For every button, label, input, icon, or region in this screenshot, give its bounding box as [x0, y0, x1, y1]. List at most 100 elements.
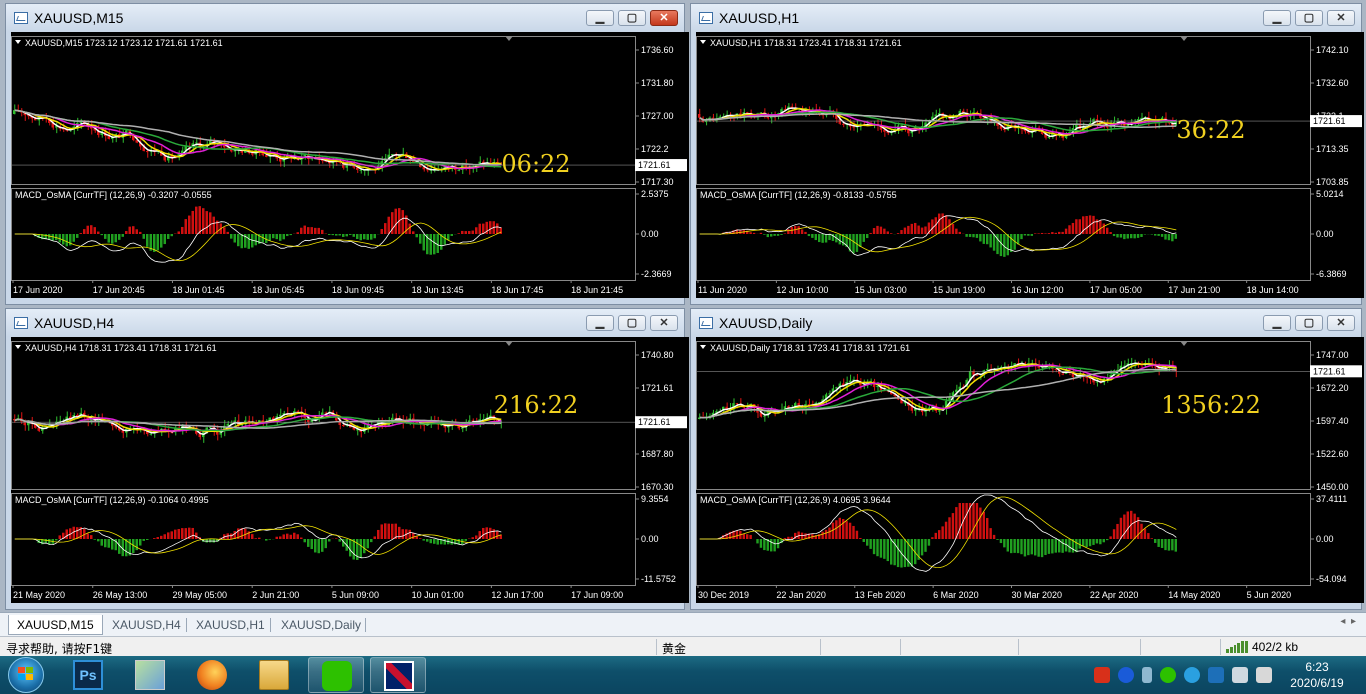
chart-window-0[interactable]: XAUUSD,M15 ▁ ▢ ✕ XAUUSD,M15 1723.12 1723…	[5, 3, 689, 305]
macd-histogram-bar	[401, 210, 404, 234]
macd-histogram-bar	[55, 539, 58, 541]
bar-countdown-timer: 1356:22	[1161, 391, 1261, 419]
macd-histogram-bar	[401, 529, 404, 539]
tab-xauusd-h1[interactable]: XAUUSD,H1	[188, 615, 273, 635]
window-titlebar[interactable]: XAUUSD,M15 ▁ ▢ ✕	[6, 4, 684, 32]
ma-yellow-line	[699, 107, 1177, 137]
macd-histogram-bar	[773, 234, 776, 236]
macd-histogram-bar	[1051, 539, 1054, 554]
tab-scroll-arrows[interactable]: ◂ ▸	[1340, 616, 1356, 627]
tab-xauusd-m15[interactable]: XAUUSD,M15	[8, 615, 103, 635]
window-titlebar[interactable]: XAUUSD,H1 ▁ ▢ ✕	[691, 4, 1361, 32]
wechat-tray-icon[interactable]	[1160, 667, 1176, 683]
macd-histogram-bar	[879, 226, 883, 234]
macd-histogram-bar	[377, 529, 380, 539]
chart-window-icon	[14, 12, 28, 24]
shield-icon[interactable]	[1184, 667, 1200, 683]
network-icon[interactable]	[1232, 667, 1248, 683]
status-traffic: 402/2 kb	[1252, 640, 1299, 654]
macd-histogram-bar	[824, 529, 828, 539]
maximize-button[interactable]: ▢	[1295, 10, 1323, 26]
macd-histogram-bar	[62, 234, 65, 245]
macd-histogram-bar	[328, 234, 331, 235]
current-price-label: 1721.61	[1313, 366, 1346, 376]
chart-window-1[interactable]: XAUUSD,H1 ▁ ▢ ✕ XAUUSD,H1 1718.31 1723.4…	[690, 3, 1364, 305]
taskbar-wechat[interactable]	[308, 657, 364, 693]
macd-histogram-bar	[1020, 234, 1023, 240]
maximize-icon: ▢	[626, 317, 638, 329]
window-titlebar[interactable]: XAUUSD,H4 ▁ ▢ ✕	[6, 309, 684, 337]
tab-xauusd-daily[interactable]: XAUUSD,Daily	[273, 615, 369, 635]
macd-histogram-bar	[975, 234, 979, 238]
candle-body	[79, 121, 82, 123]
macd-histogram-bar	[324, 539, 327, 549]
macd-histogram-bar	[436, 234, 439, 253]
price-chart[interactable]: XAUUSD,Daily 1718.31 1723.41 1718.31 172…	[696, 337, 1364, 603]
volume-muted-icon[interactable]	[1256, 667, 1272, 683]
window-titlebar[interactable]: XAUUSD,Daily ▁ ▢ ✕	[691, 309, 1361, 337]
minimize-button[interactable]: ▁	[586, 10, 614, 26]
sogou-ime-icon[interactable]	[1094, 667, 1110, 683]
macd-histogram-bar	[1116, 523, 1119, 539]
price-tick-label: 1672.20	[1316, 383, 1349, 393]
macd-histogram-bar	[776, 234, 780, 236]
maximize-button[interactable]: ▢	[618, 315, 646, 331]
minimize-button[interactable]: ▁	[1263, 315, 1291, 331]
macd-histogram-bar	[1054, 539, 1057, 553]
taskbar-firefox[interactable]	[184, 657, 240, 693]
macd-histogram-bar	[1047, 539, 1051, 554]
security-icon[interactable]	[1208, 667, 1224, 683]
help-icon[interactable]	[1118, 667, 1134, 683]
shift-marker-icon	[1180, 36, 1188, 41]
macd-histogram-bar	[321, 539, 324, 552]
time-label: 18 Jun 14:00	[1247, 285, 1299, 295]
price-chart[interactable]: XAUUSD,H4 1718.31 1723.41 1718.31 1721.6…	[11, 337, 689, 603]
macd-histogram-bar	[422, 234, 425, 251]
close-button[interactable]: ✕	[650, 10, 678, 26]
start-button[interactable]	[4, 656, 46, 694]
macd-histogram-bar	[890, 539, 893, 565]
macd-histogram-bar	[489, 221, 492, 234]
macd-histogram-bar	[90, 225, 93, 234]
macd-histogram-bar	[749, 232, 752, 234]
candle-body	[226, 423, 229, 426]
arrow-icon[interactable]	[1142, 667, 1152, 683]
taskbar-metatrader[interactable]	[370, 657, 426, 693]
macd-histogram-bar	[920, 227, 924, 234]
macd-histogram-bar	[394, 208, 397, 234]
maximize-button[interactable]: ▢	[1295, 315, 1323, 331]
candle-body	[763, 415, 766, 417]
macd-histogram-bar	[999, 234, 1003, 257]
close-button[interactable]: ✕	[1327, 315, 1355, 331]
time-label: 17 Jun 2020	[13, 285, 63, 295]
candle-body	[359, 169, 362, 171]
maximize-button[interactable]: ▢	[618, 10, 646, 26]
minimize-button[interactable]: ▁	[1263, 10, 1291, 26]
macd-tick-label: 9.3554	[641, 494, 669, 504]
candle-body	[848, 380, 852, 382]
minimize-button[interactable]: ▁	[586, 315, 614, 331]
close-button[interactable]: ✕	[1327, 10, 1355, 26]
macd-histogram-bar	[475, 227, 478, 234]
price-chart[interactable]: XAUUSD,H1 1718.31 1723.41 1718.31 1721.6…	[696, 32, 1364, 298]
taskbar-photoshop[interactable]: Ps	[60, 657, 116, 693]
chart-window-2[interactable]: XAUUSD,H4 ▁ ▢ ✕ XAUUSD,H4 1718.31 1723.4…	[5, 308, 689, 610]
candle-body	[195, 142, 198, 144]
taskbar-file-explorer[interactable]	[246, 657, 302, 693]
macd-histogram-bar	[247, 234, 250, 249]
macd-histogram-bar	[1157, 234, 1160, 236]
macd-histogram-bar	[1010, 234, 1013, 253]
macd-histogram-bar	[838, 517, 841, 539]
macd-histogram-bar	[1140, 234, 1143, 237]
macd-histogram-bar	[790, 536, 793, 539]
price-chart[interactable]: XAUUSD,M15 1723.12 1723.12 1721.61 1721.…	[11, 32, 689, 298]
taskbar-map-app[interactable]	[122, 657, 178, 693]
tab-xauusd-h4[interactable]: XAUUSD,H4	[104, 615, 189, 635]
uk-flag-icon	[384, 661, 414, 691]
macd-histogram-bar	[804, 231, 807, 234]
macd-tick-label: -6.3869	[1316, 269, 1347, 279]
taskbar-clock[interactable]: 6:23 2020/6/19	[1286, 659, 1348, 691]
chart-window-3[interactable]: XAUUSD,Daily ▁ ▢ ✕ XAUUSD,Daily 1718.31 …	[690, 308, 1364, 610]
close-button[interactable]: ✕	[650, 315, 678, 331]
macd-histogram-bar	[821, 531, 824, 539]
